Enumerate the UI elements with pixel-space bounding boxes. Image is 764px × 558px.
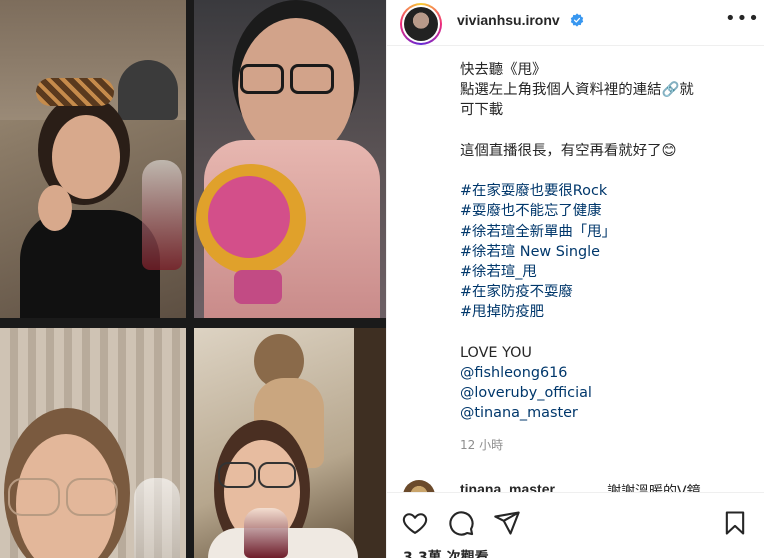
caption-hashtag[interactable]: #甩掉防疫肥 (460, 302, 750, 322)
comment-preview: tinana_master 謝謝溫暖的V鏡 (387, 478, 764, 492)
caption-hashtag[interactable]: #在家防疫不耍廢 (460, 282, 750, 302)
video-tile-2 (194, 0, 386, 318)
comment-username[interactable]: tinana_master (460, 481, 555, 492)
caption-hashtag[interactable]: #耍廢也不能忘了健康 (460, 201, 750, 221)
video-tile-1 (0, 0, 186, 318)
caption-hashtag[interactable]: #徐若瑄全新單曲「甩」 (460, 222, 750, 242)
more-options-icon[interactable]: ••• (725, 10, 759, 30)
caption-line: 這個直播很長，有空再看就好了😊 (460, 142, 677, 159)
caption-mention[interactable]: @loveruby_official (460, 383, 750, 403)
post-timestamp[interactable]: 12 小時 (460, 436, 503, 453)
video-tile-4 (194, 328, 386, 558)
live-video-grid[interactable] (0, 0, 386, 558)
caption-line: 可下載 (460, 102, 504, 119)
post-username[interactable]: vivianhsu.ironv (457, 12, 560, 28)
caption-hashtag[interactable]: #徐若瑄 New Single (460, 242, 750, 262)
caption-mention[interactable]: @fishleong616 (460, 363, 750, 383)
post-actions-bar: 3.3萬 次觀看 (387, 492, 764, 558)
comment-text: 謝謝溫暖的V鏡 (607, 484, 701, 492)
post-caption: 快去聽《甩》點選左上角我個人資料裡的連結🔗就 可下載這個直播很長，有空再看就好了😊… (460, 60, 750, 423)
caption-line: LOVE YOU (460, 344, 532, 361)
caption-hashtag[interactable]: #徐若瑄_甩 (460, 262, 750, 282)
caption-mention[interactable]: @tinana_master (460, 403, 750, 423)
video-tile-3 (0, 328, 186, 558)
bookmark-icon[interactable] (721, 509, 749, 537)
caption-line: 點選左上角我個人資料裡的連結🔗就 (460, 82, 694, 99)
profile-avatar[interactable] (400, 3, 442, 45)
caption-hashtag[interactable]: #在家耍廢也要很Rock (460, 181, 750, 201)
verified-badge-icon (570, 13, 584, 27)
comment-avatar[interactable] (403, 480, 435, 492)
post-header: vivianhsu.ironv ••• (387, 0, 764, 46)
share-icon[interactable] (493, 509, 521, 537)
caption-line: 快去聽《甩》 (460, 62, 547, 78)
heart-icon[interactable] (401, 509, 429, 537)
comment-icon[interactable] (447, 509, 475, 537)
post-panel: vivianhsu.ironv ••• 快去聽《甩》點選左上角我個人資料裡的連結… (386, 0, 764, 558)
view-count[interactable]: 3.3萬 次觀看 (403, 547, 489, 558)
